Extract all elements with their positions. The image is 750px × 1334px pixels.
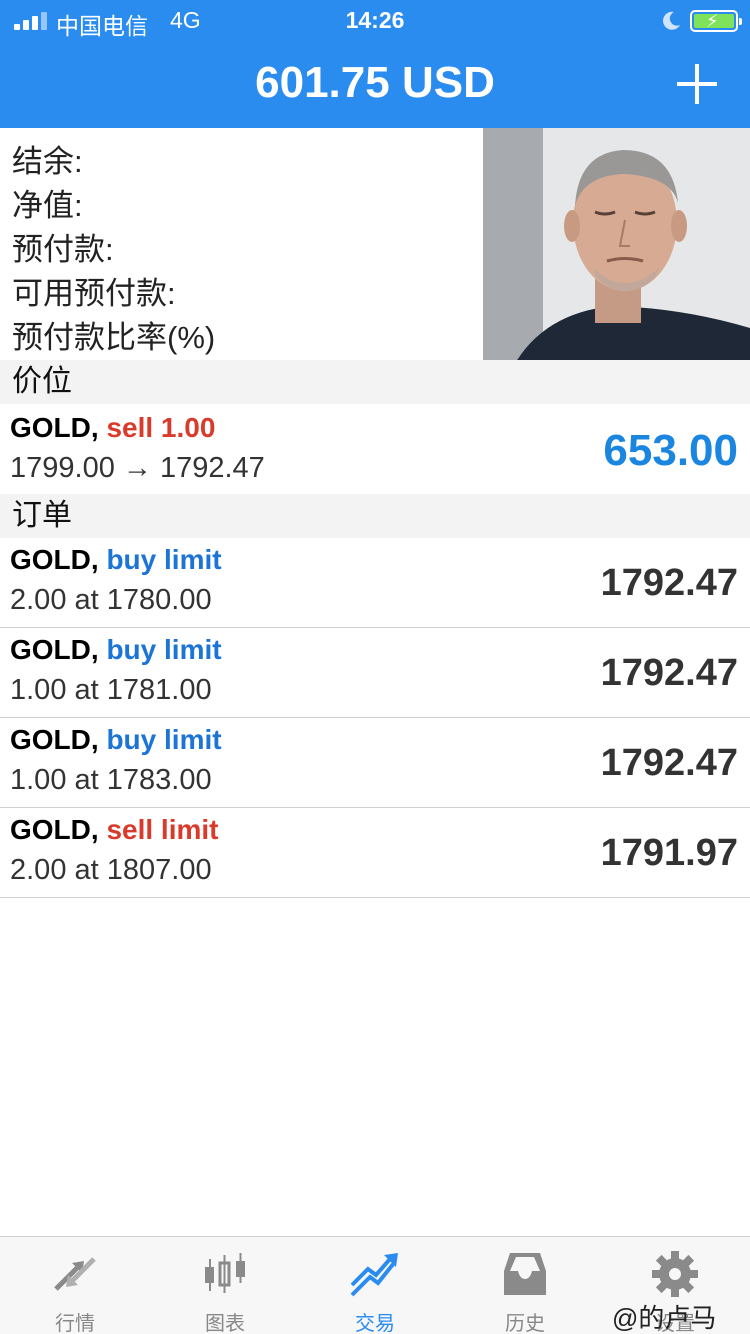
price-range: 1799.00 → 1792.47 <box>10 452 265 484</box>
profit-value: 653.00 <box>603 426 738 475</box>
carrier-name: 中国电信 <box>56 13 148 39</box>
top-bar: 中国电信 4G 14:26 ⚡ 601.75 USD <box>0 0 750 128</box>
order-title: GOLD, buy limit <box>10 724 222 756</box>
symbol-label: GOLD, <box>10 412 99 443</box>
order-row[interactable]: GOLD, buy limit 1.00 at 1781.00 1792.47 <box>0 628 750 717</box>
signal-strength-icon <box>14 12 48 30</box>
order-detail: 1.00 at 1783.00 <box>10 764 212 796</box>
position-title: GOLD, sell 1.00 <box>10 412 215 444</box>
order-title: GOLD, buy limit <box>10 544 222 576</box>
free-margin-label: 可用预付款: <box>12 276 176 311</box>
symbol-label: GOLD, <box>10 724 99 755</box>
watermark-text: @的卢马 <box>612 1303 717 1333</box>
current-price: 1791.97 <box>600 832 738 874</box>
balance-label: 结余: <box>12 144 83 179</box>
equity-label: 净值: <box>12 188 83 223</box>
order-row[interactable]: GOLD, buy limit 1.00 at 1783.00 1792.47 <box>0 718 750 807</box>
order-detail: 1.00 at 1781.00 <box>10 674 212 706</box>
position-row[interactable]: GOLD, sell 1.00 1799.00 → 1792.47 653.00 <box>0 404 750 494</box>
symbol-label: GOLD, <box>10 544 99 575</box>
add-order-button[interactable] <box>672 60 722 110</box>
tab-label: 图表 <box>205 1313 245 1334</box>
history-inbox-icon <box>504 1253 546 1295</box>
current-price: 1792.47 <box>600 562 738 604</box>
order-type: buy limit <box>106 634 222 665</box>
trade-trend-icon <box>350 1253 398 1297</box>
row-divider <box>0 897 750 898</box>
account-balance-title: 601.75 USD <box>255 58 495 107</box>
current-price: 1792.47 <box>600 652 738 694</box>
trade-action: sell 1.00 <box>106 412 216 443</box>
symbol-label: GOLD, <box>10 634 99 665</box>
tab-label: 行情 <box>55 1313 95 1334</box>
battery-icon: ⚡ <box>690 10 742 32</box>
tab-history[interactable]: 历史 <box>450 1237 600 1334</box>
order-title: GOLD, sell limit <box>10 814 219 846</box>
order-detail: 2.00 at 1780.00 <box>10 584 212 616</box>
candlestick-chart-icon <box>205 1253 245 1293</box>
moon-icon <box>663 11 680 30</box>
order-title: GOLD, buy limit <box>10 634 222 666</box>
current-price: 1792.47 <box>600 742 738 784</box>
margin-level-label: 预付款比率(%) <box>12 320 216 355</box>
order-row[interactable]: GOLD, sell limit 2.00 at 1807.00 1791.97 <box>0 808 750 897</box>
tab-charts[interactable]: 图表 <box>150 1237 300 1334</box>
tab-trade[interactable]: 交易 <box>300 1237 450 1334</box>
positions-section-header: 价位 <box>0 360 750 404</box>
overlay-photo <box>483 128 750 367</box>
order-row[interactable]: GOLD, buy limit 2.00 at 1780.00 1792.47 <box>0 538 750 627</box>
quotes-arrows-icon <box>54 1257 96 1291</box>
settings-gear-icon <box>652 1251 698 1297</box>
order-type: sell limit <box>106 814 219 845</box>
status-bar: 中国电信 4G 14:26 ⚡ <box>0 0 750 44</box>
tab-quotes[interactable]: 行情 <box>0 1237 150 1334</box>
margin-label: 预付款: <box>12 232 114 267</box>
orders-section-header: 订单 <box>0 494 750 538</box>
order-type: buy limit <box>106 724 222 755</box>
tab-label: 历史 <box>505 1313 545 1334</box>
order-type: buy limit <box>106 544 222 575</box>
clock: 14:26 <box>345 7 405 33</box>
order-detail: 2.00 at 1807.00 <box>10 854 212 886</box>
symbol-label: GOLD, <box>10 814 99 845</box>
network-type: 4G <box>170 7 201 33</box>
tab-label: 交易 <box>355 1313 395 1334</box>
